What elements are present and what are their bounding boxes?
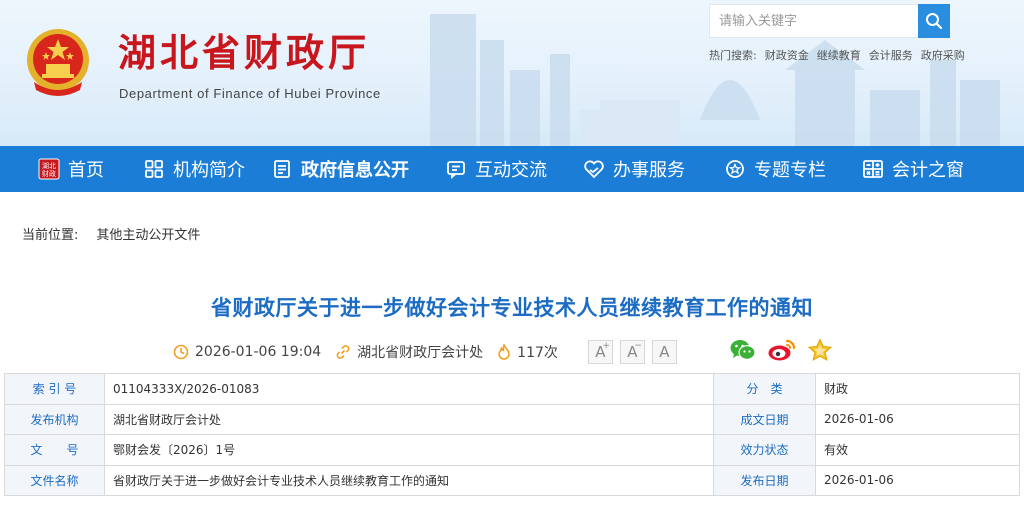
nav-item-accounting[interactable]: 会计之窗 [862, 146, 1012, 192]
search-input[interactable] [710, 5, 918, 37]
nav-item-about[interactable]: 机构简介 [130, 146, 271, 192]
wechat-icon[interactable] [729, 338, 757, 362]
table-row: 文件名称 省财政厅关于进一步做好会计专业技术人员继续教育工作的通知 发布日期 2… [4, 464, 1020, 496]
nav-item-home[interactable]: 湖北 财政 首页 [0, 146, 130, 192]
article-source: 湖北省财政厅会计处 [335, 342, 483, 362]
hot-search-link[interactable]: 会计服务 [869, 47, 913, 63]
table-row: 文 号 鄂财会发〔2026〕1号 效力状态 有效 [4, 434, 1020, 466]
svg-text:财政: 财政 [42, 169, 56, 178]
article-source-value: 湖北省财政厅会计处 [357, 345, 484, 361]
table-row: 索 引 号 01104333X/2026-01083 分 类 财政 [4, 373, 1020, 405]
nav-label: 首页 [68, 160, 104, 181]
category-value: 财政 [815, 373, 1020, 405]
weibo-icon[interactable] [767, 338, 797, 362]
publish-date-value: 2026-01-06 [815, 464, 1020, 496]
calculator-icon [862, 158, 884, 180]
view-count-value: 117次 [517, 345, 558, 361]
search-box [709, 4, 918, 38]
site-subtitle: Department of Finance of Hubei Province [119, 86, 381, 101]
doc-number-value: 鄂财会发〔2026〕1号 [104, 434, 714, 466]
font-size-reset-button[interactable]: A [651, 340, 677, 364]
publish-time-value: 2026-01-06 19:04 [195, 344, 322, 360]
breadcrumb-link[interactable]: 其他主动公开文件 [96, 224, 200, 243]
nav-label: 办事服务 [613, 160, 685, 181]
main-nav: 湖北 财政 首页 机构简介 政府信息公开 互动交流 办事服务 专题专栏 会计之窗 [0, 146, 1024, 192]
breadcrumb: 当前位置: 其他主动公开文件 [22, 224, 200, 243]
hot-search: 热门搜索: 财政资金 继续教育 会计服务 政府采购 [709, 47, 965, 63]
font-size-decrease-button[interactable]: A − [619, 340, 645, 364]
site-title: 湖北省财政厅 [118, 30, 371, 75]
table-row: 发布机构 湖北省财政厅会计处 成文日期 2026-01-06 [4, 403, 1020, 435]
search-icon [926, 13, 943, 30]
chat-icon [445, 158, 467, 180]
status-value: 有效 [815, 434, 1020, 466]
star-circle-icon [724, 158, 746, 180]
category-label: 分 类 [713, 373, 816, 405]
breadcrumb-label: 当前位置: [22, 228, 79, 243]
hubei-finance-seal-icon: 湖北 财政 [38, 158, 60, 180]
nav-item-interaction[interactable]: 互动交流 [445, 146, 583, 192]
nav-item-services[interactable]: 办事服务 [583, 146, 724, 192]
nav-item-topics[interactable]: 专题专栏 [724, 146, 862, 192]
doc-number-label: 文 号 [4, 434, 105, 466]
heart-hand-icon [583, 158, 605, 180]
hot-search-label: 热门搜索: [709, 49, 757, 62]
article-meta: 2026-01-06 19:04 湖北省财政厅会计处 117次 A + A − A [173, 339, 684, 365]
publisher-label: 发布机构 [4, 403, 105, 435]
index-label: 索 引 号 [4, 373, 105, 405]
share-bar [729, 338, 833, 362]
font-size-increase-button[interactable]: A + [587, 340, 613, 364]
publisher-value: 湖北省财政厅会计处 [104, 403, 714, 435]
site-header: 湖北省财政厅 Department of Finance of Hubei Pr… [0, 0, 1024, 146]
nav-label: 政府信息公开 [301, 160, 409, 181]
publish-date-label: 发布日期 [713, 464, 816, 496]
filename-value: 省财政厅关于进一步做好会计专业技术人员继续教育工作的通知 [104, 464, 714, 496]
status-label: 效力状态 [713, 434, 816, 466]
nav-item-gov-info[interactable]: 政府信息公开 [271, 146, 445, 192]
favorite-star-icon[interactable] [807, 338, 833, 362]
created-date-value: 2026-01-06 [815, 403, 1020, 435]
grid-icon [143, 158, 165, 180]
nav-label: 会计之窗 [892, 160, 964, 181]
document-info-table: 索 引 号 01104333X/2026-01083 分 类 财政 发布机构 湖… [4, 373, 1020, 496]
nav-label: 专题专栏 [754, 160, 826, 181]
svg-text:湖北: 湖北 [42, 161, 56, 170]
document-icon [271, 158, 293, 180]
article-title: 省财政厅关于进一步做好会计专业技术人员继续教育工作的通知 [211, 296, 813, 320]
index-value: 01104333X/2026-01083 [104, 373, 714, 405]
clock-icon [173, 344, 189, 360]
hot-search-link[interactable]: 财政资金 [765, 47, 809, 63]
hot-search-link[interactable]: 继续教育 [817, 47, 861, 63]
search-button[interactable] [918, 4, 950, 38]
publish-time: 2026-01-06 19:04 [173, 344, 321, 360]
fire-icon [498, 344, 510, 360]
filename-label: 文件名称 [4, 464, 105, 496]
created-date-label: 成文日期 [713, 403, 816, 435]
view-count: 117次 [497, 342, 558, 362]
nav-label: 机构简介 [173, 160, 245, 181]
national-emblem-icon [27, 29, 89, 96]
hot-search-link[interactable]: 政府采购 [921, 47, 965, 63]
nav-label: 互动交流 [475, 160, 547, 181]
link-icon [336, 345, 350, 359]
